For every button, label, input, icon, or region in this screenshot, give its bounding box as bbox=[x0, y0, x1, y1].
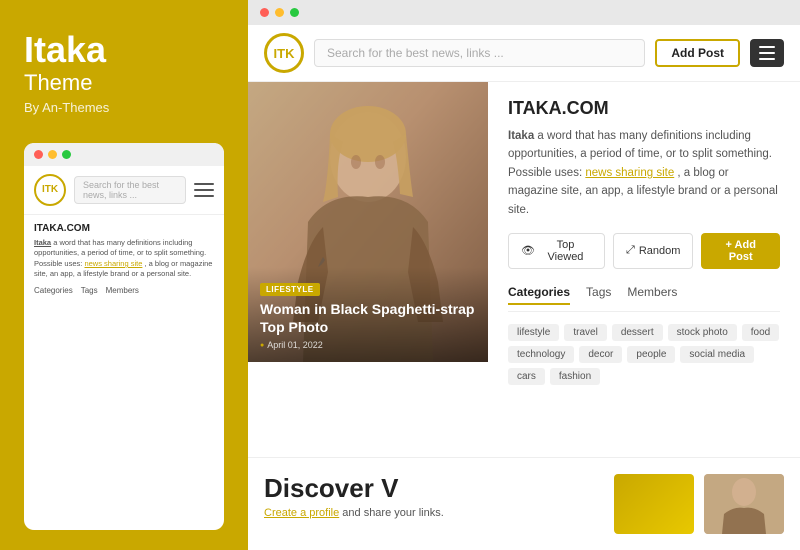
lifestyle-badge: LIFESTYLE bbox=[260, 283, 320, 296]
chrome-dot-green bbox=[290, 8, 299, 17]
eye-icon: 👁 bbox=[521, 244, 535, 257]
tag-decor[interactable]: decor bbox=[579, 346, 622, 363]
brand-subtitle: Theme bbox=[24, 70, 224, 96]
main-search-bar[interactable]: Search for the best news, links ... bbox=[314, 39, 645, 67]
mini-hamburger-icon bbox=[194, 183, 214, 197]
random-button[interactable]: ⤢ Random bbox=[613, 233, 693, 269]
mini-tab-categories[interactable]: Categories bbox=[34, 286, 73, 295]
hamburger-line-2 bbox=[759, 52, 775, 54]
hero-title: Woman in Black Spaghetti-strap Top Photo bbox=[260, 300, 476, 336]
chrome-dot-red bbox=[260, 8, 269, 17]
site-title: ITAKA.COM bbox=[508, 98, 780, 119]
hero-date: April 01, 2022 bbox=[260, 340, 476, 350]
tag-stock-photo[interactable]: stock photo bbox=[668, 324, 737, 341]
site-brand-strong: Itaka bbox=[508, 130, 534, 142]
dot-green bbox=[62, 150, 71, 159]
hero-image: LIFESTYLE Woman in Black Spaghetti-strap… bbox=[248, 82, 488, 362]
mini-tab-tags[interactable]: Tags bbox=[81, 286, 98, 295]
create-profile-link[interactable]: Create a profile bbox=[264, 507, 339, 519]
site-description: Itaka a word that has many definitions i… bbox=[508, 127, 780, 219]
hero-overlay: LIFESTYLE Woman in Black Spaghetti-strap… bbox=[248, 267, 488, 362]
mini-site-title: ITAKA.COM bbox=[34, 223, 214, 234]
tag-social-media[interactable]: social media bbox=[680, 346, 754, 363]
discover-sub-text: and share your links. bbox=[342, 507, 444, 519]
mini-nav-links: Categories Tags Members bbox=[34, 286, 214, 295]
hamburger-line-3 bbox=[759, 58, 775, 60]
discover-text: Discover V Create a profile and share yo… bbox=[264, 474, 598, 519]
mini-browser-mockup: ITK Search for the best news, links ... … bbox=[24, 143, 224, 530]
mini-tab-members[interactable]: Members bbox=[106, 286, 139, 295]
tag-lifestyle[interactable]: lifestyle bbox=[508, 324, 559, 341]
tag-cars[interactable]: cars bbox=[508, 368, 545, 385]
left-panel: Itaka Theme By An-Themes ITK Search for … bbox=[0, 0, 248, 550]
thumbnail-1 bbox=[614, 474, 694, 534]
mini-logo: ITK bbox=[34, 174, 66, 206]
brand-title: Itaka bbox=[24, 30, 224, 70]
thumbnail-person-svg bbox=[704, 474, 784, 534]
mini-nav: ITK Search for the best news, links ... bbox=[24, 166, 224, 215]
chrome-dot-yellow bbox=[275, 8, 284, 17]
mini-description: Itaka a word that has many definitions i… bbox=[34, 238, 214, 280]
site-link-news[interactable]: news sharing site bbox=[585, 167, 674, 179]
add-post-sidebar-button[interactable]: + Add Post bbox=[701, 233, 780, 269]
tag-technology[interactable]: technology bbox=[508, 346, 574, 363]
discover-heading: Discover V bbox=[264, 474, 598, 503]
mini-brand-strong: Itaka bbox=[34, 238, 51, 247]
right-panel: ITK Search for the best news, links ... … bbox=[248, 0, 800, 550]
tags-grid: lifestyle travel dessert stock photo foo… bbox=[508, 324, 780, 385]
tag-people[interactable]: people bbox=[627, 346, 675, 363]
shuffle-icon: ⤢ bbox=[626, 244, 635, 257]
tab-row: Categories Tags Members bbox=[508, 285, 780, 312]
hamburger-button[interactable] bbox=[750, 39, 784, 67]
mini-search: Search for the best news, links ... bbox=[74, 176, 186, 204]
nav-add-post-button[interactable]: Add Post bbox=[655, 39, 740, 67]
dot-yellow bbox=[48, 150, 57, 159]
brand-byline: By An-Themes bbox=[24, 100, 224, 115]
hamburger-line-1 bbox=[759, 46, 775, 48]
tab-members[interactable]: Members bbox=[627, 285, 677, 305]
top-nav: ITK Search for the best news, links ... … bbox=[248, 25, 800, 82]
mini-link-news[interactable]: news sharing site bbox=[84, 259, 142, 268]
bottom-thumbnails bbox=[614, 474, 784, 534]
action-buttons: 👁 Top Viewed ⤢ Random + Add Post bbox=[508, 233, 780, 269]
tag-dessert[interactable]: dessert bbox=[612, 324, 663, 341]
discover-sub: Create a profile and share your links. bbox=[264, 507, 598, 519]
hero-column: LIFESTYLE Woman in Black Spaghetti-strap… bbox=[248, 82, 488, 457]
dot-red bbox=[34, 150, 43, 159]
tab-categories[interactable]: Categories bbox=[508, 285, 570, 305]
main-browser: ITK Search for the best news, links ... … bbox=[248, 25, 800, 550]
main-logo: ITK bbox=[264, 33, 304, 73]
tag-fashion[interactable]: fashion bbox=[550, 368, 600, 385]
tag-food[interactable]: food bbox=[742, 324, 779, 341]
mini-content: ITAKA.COM Itaka a word that has many def… bbox=[24, 215, 224, 303]
browser-chrome bbox=[248, 0, 800, 25]
thumbnail-2 bbox=[704, 474, 784, 534]
sidebar-info: ITAKA.COM Itaka a word that has many def… bbox=[488, 82, 800, 457]
tag-travel[interactable]: travel bbox=[564, 324, 606, 341]
bottom-section: Discover V Create a profile and share yo… bbox=[248, 457, 800, 550]
mini-browser-bar bbox=[24, 143, 224, 166]
top-viewed-button[interactable]: 👁 Top Viewed bbox=[508, 233, 605, 269]
tab-tags[interactable]: Tags bbox=[586, 285, 611, 305]
content-area: LIFESTYLE Woman in Black Spaghetti-strap… bbox=[248, 82, 800, 457]
